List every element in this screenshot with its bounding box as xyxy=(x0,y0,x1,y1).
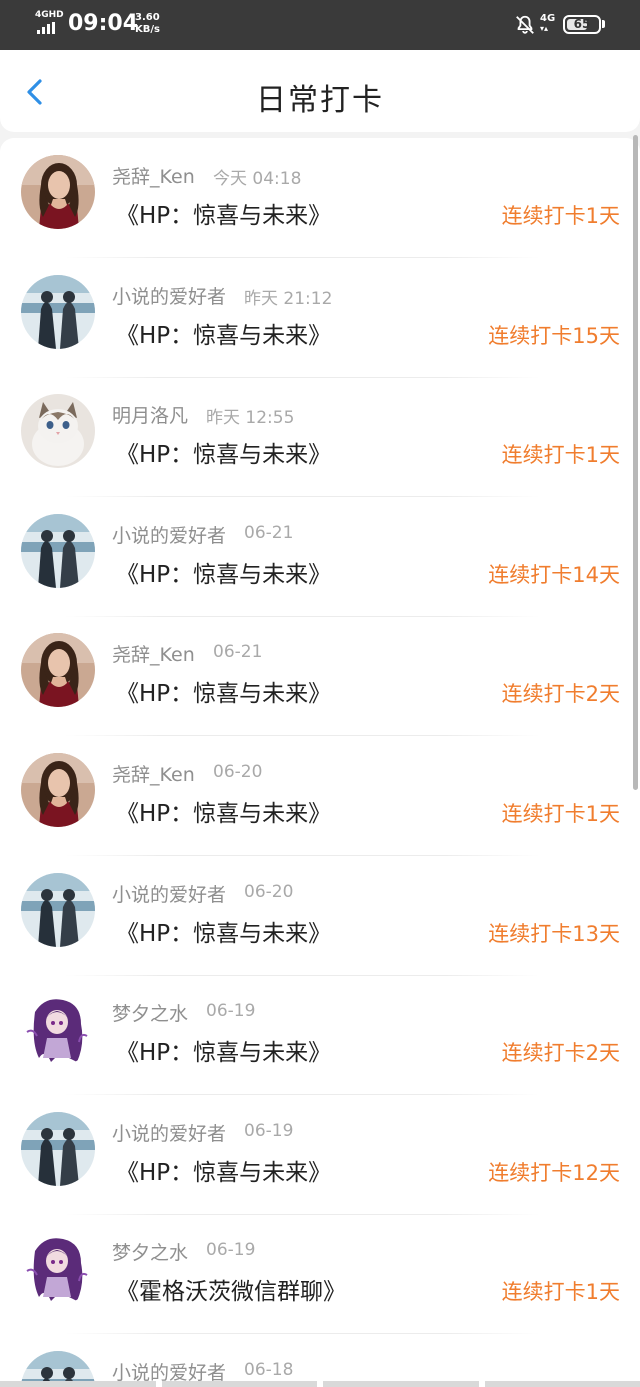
battery-tip xyxy=(602,20,605,28)
book-title[interactable]: 《HP：惊喜与未来》 xyxy=(116,555,331,589)
book-title[interactable]: 《HP：惊喜与未来》 xyxy=(116,316,331,350)
mobile-data-icon: 4G ▾▴ xyxy=(540,13,556,34)
checkin-time: 06-20 xyxy=(213,762,263,782)
checkin-row[interactable]: 小说的爱好者 06-20 《HP：惊喜与未来》 连续打卡13天 xyxy=(0,856,640,976)
avatar[interactable] xyxy=(21,394,95,469)
streak-label: 连续打卡1天 xyxy=(501,443,620,468)
streak-label: 连续打卡2天 xyxy=(501,682,620,707)
avatar[interactable] xyxy=(21,753,95,827)
bottom-strip xyxy=(0,1381,640,1387)
checkin-row[interactable]: 小说的爱好者 06-19 《HP：惊喜与未来》 连续打卡12天 xyxy=(0,1095,640,1215)
signal-icon xyxy=(37,22,55,34)
bell-off-icon xyxy=(516,15,534,34)
checkin-row[interactable]: 明月洛凡 昨天 12:55 《HP：惊喜与未来》 连续打卡1天 xyxy=(0,377,640,498)
avatar[interactable] xyxy=(21,1111,95,1186)
avatar[interactable] xyxy=(21,155,95,229)
checkin-time: 今天 04:18 xyxy=(213,169,302,189)
avatar[interactable] xyxy=(21,513,95,588)
checkin-row[interactable]: 小说的爱好者 昨天 21:12 《HP：惊喜与未来》 连续打卡15天 xyxy=(0,258,640,378)
network-type-label: 4GHD xyxy=(35,10,64,20)
book-title[interactable]: 《HP：惊喜与未来》 xyxy=(116,914,331,948)
battery-icon: 65 xyxy=(563,15,601,34)
user-name[interactable]: 小说的爱好者 xyxy=(112,521,226,548)
network-speed-unit: KB/s xyxy=(135,24,160,35)
user-name[interactable]: 梦夕之水 xyxy=(112,999,188,1026)
scrollbar[interactable] xyxy=(633,135,638,790)
mobile-data-label: 4G xyxy=(540,13,556,24)
book-title[interactable]: 《HP：惊喜与未来》 xyxy=(116,1153,331,1187)
checkin-time: 昨天 21:12 xyxy=(244,288,333,309)
streak-label: 连续打卡1天 xyxy=(501,1280,620,1305)
network-speed-value: 3.60 xyxy=(135,12,160,23)
user-name[interactable]: 尧辞_Ken xyxy=(112,640,195,667)
battery-level: 65 xyxy=(573,17,591,31)
user-name[interactable]: 小说的爱好者 xyxy=(112,1119,226,1146)
checkin-row[interactable]: 小说的爱好者 06-21 《HP：惊喜与未来》 连续打卡14天 xyxy=(0,497,640,617)
user-name[interactable]: 小说的爱好者 xyxy=(112,282,226,309)
streak-label: 连续打卡1天 xyxy=(501,802,620,826)
checkin-row[interactable]: 尧辞_Ken 06-21 《HP：惊喜与未来》 连续打卡2天 xyxy=(0,616,640,737)
checkin-time: 昨天 12:55 xyxy=(206,408,295,429)
streak-label: 连续打卡1天 xyxy=(501,204,620,228)
checkin-row[interactable]: 梦夕之水 06-19 《HP：惊喜与未来》 连续打卡2天 xyxy=(0,975,640,1096)
checkin-row[interactable]: 小说的爱好者 06-18 xyxy=(0,1334,640,1387)
user-name[interactable]: 梦夕之水 xyxy=(112,1238,188,1265)
checkin-list[interactable]: 尧辞_Ken 今天 04:18 《HP：惊喜与未来》 连续打卡1天 小说的爱好者 昨天 … xyxy=(0,138,640,1387)
user-name[interactable]: 尧辞_Ken xyxy=(112,760,195,787)
avatar[interactable] xyxy=(21,992,95,1067)
checkin-time: 06-18 xyxy=(244,1360,294,1380)
avatar[interactable] xyxy=(21,1231,95,1306)
screen: 4GHD 09:04 3.60 KB/s 4G ▾▴ 65 日常打卡 尧辞_Ke… xyxy=(0,0,640,1387)
user-name[interactable]: 明月洛凡 xyxy=(112,401,188,428)
checkin-row[interactable]: 尧辞_Ken 06-20 《HP：惊喜与未来》 连续打卡1天 xyxy=(0,736,640,856)
book-title[interactable]: 《HP：惊喜与未来》 xyxy=(116,435,331,469)
checkin-time: 06-21 xyxy=(213,642,263,663)
network-speed: 3.60 KB/s xyxy=(135,12,160,36)
avatar[interactable] xyxy=(21,274,95,349)
book-title[interactable]: 《霍格沃茨微信群聊》 xyxy=(116,1272,346,1306)
streak-label: 连续打卡12天 xyxy=(488,1160,620,1185)
checkin-time: 06-19 xyxy=(206,1240,256,1261)
avatar[interactable] xyxy=(21,872,95,947)
checkin-time: 06-19 xyxy=(244,1120,294,1141)
book-title[interactable]: 《HP：惊喜与未来》 xyxy=(116,674,331,708)
streak-label: 连续打卡2天 xyxy=(501,1041,620,1066)
streak-label: 连续打卡15天 xyxy=(488,323,620,348)
header: 日常打卡 xyxy=(0,50,640,132)
status-time: 09:04 xyxy=(68,11,139,36)
checkin-row[interactable]: 尧辞_Ken 今天 04:18 《HP：惊喜与未来》 连续打卡1天 xyxy=(0,138,640,258)
status-bar: 4GHD 09:04 3.60 KB/s 4G ▾▴ 65 xyxy=(0,0,640,50)
checkin-time: 06-21 xyxy=(244,522,294,543)
user-name[interactable]: 尧辞_Ken xyxy=(112,162,195,189)
book-title[interactable]: 《HP：惊喜与未来》 xyxy=(116,1033,331,1067)
book-title[interactable]: 《HP：惊喜与未来》 xyxy=(116,196,331,230)
page-title: 日常打卡 xyxy=(256,83,384,118)
checkin-time: 06-20 xyxy=(244,881,294,902)
checkin-row[interactable]: 梦夕之水 06-19 《霍格沃茨微信群聊》 连续打卡1天 xyxy=(0,1214,640,1335)
user-name[interactable]: 小说的爱好者 xyxy=(112,880,226,907)
book-title[interactable]: 《HP：惊喜与未来》 xyxy=(116,794,331,828)
streak-label: 连续打卡14天 xyxy=(488,562,620,587)
avatar[interactable] xyxy=(21,633,95,708)
checkin-time: 06-19 xyxy=(206,1001,256,1022)
streak-label: 连续打卡13天 xyxy=(488,921,620,946)
